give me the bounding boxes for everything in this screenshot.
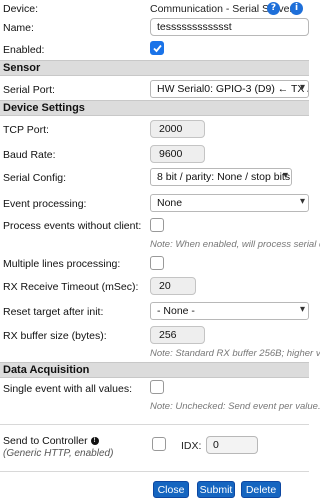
section-title: Data Acquisition xyxy=(3,364,90,376)
serial-port-label: Serial Port: xyxy=(3,84,55,96)
multiple-lines-label: Multiple lines processing: xyxy=(3,258,121,270)
single-event-label: Single event with all values: xyxy=(3,383,132,395)
rx-buffer-input[interactable]: 256 xyxy=(150,326,205,344)
enabled-label: Enabled: xyxy=(3,44,45,56)
rx-timeout-input[interactable]: 20 xyxy=(150,277,196,295)
serial-config-label: Serial Config: xyxy=(3,172,67,184)
idx-input[interactable]: 0 xyxy=(206,436,258,454)
baud-rate-label: Baud Rate: xyxy=(3,149,56,161)
question-icon[interactable]: ? xyxy=(267,2,280,15)
send-to-controller-checkbox[interactable] xyxy=(152,437,166,451)
delete-button[interactable]: Delete xyxy=(241,481,281,498)
divider xyxy=(0,424,309,425)
chevron-down-icon: ▾ xyxy=(299,82,305,93)
section-device-settings: Device Settings xyxy=(0,100,309,116)
multiple-lines-checkbox[interactable] xyxy=(150,256,164,270)
tcp-port-input[interactable]: 2000 xyxy=(150,120,205,138)
section-sensor: Sensor xyxy=(0,60,309,76)
info-icon: ! xyxy=(90,437,99,445)
event-processing-select[interactable]: None ▾ xyxy=(150,194,309,212)
section-title: Sensor xyxy=(3,62,41,74)
serial-port-value: HW Serial0: GPIO-3 (D9) ← TX / GP xyxy=(157,83,308,95)
section-title: Device Settings xyxy=(3,102,85,114)
chevron-down-icon: ▾ xyxy=(282,170,288,181)
divider xyxy=(0,471,309,472)
send-to-controller-sublabel: (Generic HTTP, enabled) xyxy=(3,448,114,459)
tcp-port-label: TCP Port: xyxy=(3,124,49,136)
serial-config-select[interactable]: 8 bit / parity: None / stop bits: 1 ▾ xyxy=(150,168,292,186)
idx-label: IDX: xyxy=(181,440,202,452)
close-button[interactable]: Close xyxy=(153,481,189,498)
rx-buffer-label: RX buffer size (bytes): xyxy=(3,330,107,342)
name-label: Name: xyxy=(3,22,34,34)
baud-rate-input[interactable]: 9600 xyxy=(150,145,205,163)
reset-target-label: Reset target after init: xyxy=(3,306,104,318)
reset-target-select[interactable]: - None - ▾ xyxy=(150,302,309,320)
send-to-controller-label: Send to Controller! xyxy=(3,435,99,447)
name-input[interactable]: tesssssssssssst xyxy=(150,18,309,36)
process-events-label: Process events without client: xyxy=(3,220,142,232)
device-label: Device: xyxy=(3,3,39,15)
serial-config-value: 8 bit / parity: None / stop bits: 1 xyxy=(157,171,292,183)
section-data-acquisition: Data Acquisition xyxy=(0,362,309,378)
info-icon[interactable]: i xyxy=(290,2,303,15)
event-processing-value: None xyxy=(157,197,183,209)
enabled-checkbox[interactable] xyxy=(150,41,164,55)
chevron-down-icon: ▾ xyxy=(299,304,305,315)
submit-button[interactable]: Submit xyxy=(197,481,235,498)
serial-port-select[interactable]: HW Serial0: GPIO-3 (D9) ← TX / GP ▾ xyxy=(150,80,309,98)
single-event-checkbox[interactable] xyxy=(150,380,164,394)
process-events-checkbox[interactable] xyxy=(150,218,164,232)
single-event-note: Note: Unchecked: Send event per value. C xyxy=(150,401,320,412)
checkmark-icon xyxy=(153,44,162,53)
process-events-note: Note: When enabled, will process serial … xyxy=(150,239,320,250)
event-processing-label: Event processing: xyxy=(3,198,87,210)
send-to-controller-text: Send to Controller xyxy=(3,435,88,447)
rx-timeout-label: RX Receive Timeout (mSec): xyxy=(3,281,139,293)
reset-target-value: - None - xyxy=(157,305,195,317)
chevron-down-icon: ▾ xyxy=(299,196,305,207)
rx-buffer-note: Note: Standard RX buffer 256B; higher va… xyxy=(150,348,320,359)
